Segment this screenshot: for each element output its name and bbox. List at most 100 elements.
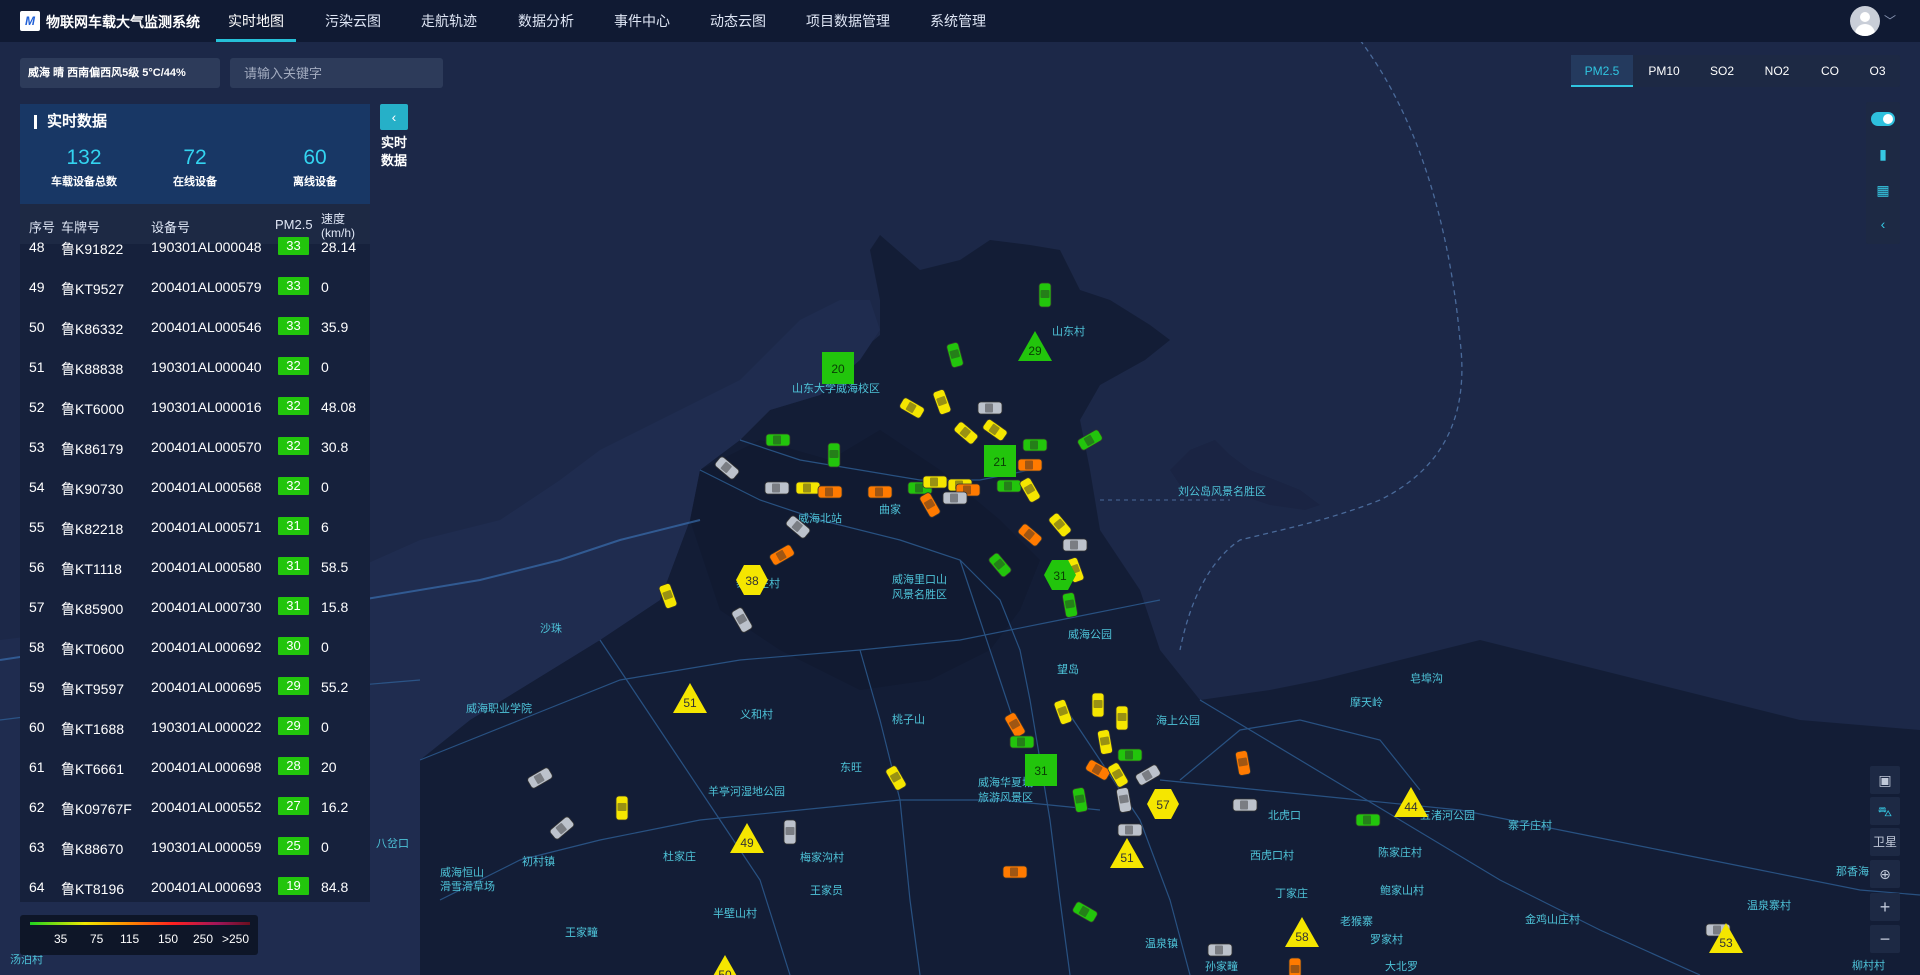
nav-item-project-data[interactable]: 项目数据管理 bbox=[806, 0, 890, 42]
nav-item-survey-track[interactable]: 走航轨迹 bbox=[421, 0, 477, 42]
tab-so2[interactable]: SO2 bbox=[1695, 55, 1749, 87]
tab-o3[interactable]: O3 bbox=[1855, 55, 1900, 87]
nav-item-realtime-map[interactable]: 实时地图 bbox=[216, 0, 296, 42]
row-pm25: 33 bbox=[278, 237, 309, 255]
vehicle-marker-icon[interactable] bbox=[615, 795, 629, 821]
table-row[interactable]: 61 鲁KT6661 200401AL000698 28 20 bbox=[20, 746, 370, 786]
vehicle-marker-icon[interactable] bbox=[996, 479, 1022, 493]
vehicle-marker-icon[interactable] bbox=[827, 442, 841, 468]
table-row[interactable]: 54 鲁K90730 200401AL000568 32 0 bbox=[20, 466, 370, 506]
vehicle-marker-icon[interactable] bbox=[1009, 735, 1035, 749]
vehicle-marker-icon[interactable] bbox=[867, 485, 893, 499]
table-row[interactable]: 57 鲁K85900 200401AL000730 31 15.8 bbox=[20, 586, 370, 626]
avatar-body bbox=[1855, 24, 1875, 36]
chevron-left-icon[interactable]: ‹ bbox=[1866, 216, 1900, 232]
vehicle-marker-icon[interactable] bbox=[942, 491, 968, 505]
user-avatar[interactable] bbox=[1850, 6, 1880, 36]
vehicle-marker-icon[interactable] bbox=[1115, 705, 1129, 731]
vehicle-marker-icon[interactable] bbox=[1288, 957, 1302, 975]
row-plate: 鲁KT0600 bbox=[61, 641, 125, 657]
vehicle-marker-icon[interactable] bbox=[764, 481, 790, 495]
vehicle-marker-icon[interactable] bbox=[817, 485, 843, 499]
row-device: 200401AL000570 bbox=[151, 439, 262, 455]
vehicle-marker-icon[interactable] bbox=[1062, 538, 1088, 552]
locate-icon[interactable]: ⊕ bbox=[1870, 860, 1900, 888]
table-row[interactable]: 63 鲁K88670 190301AL000059 25 0 bbox=[20, 826, 370, 866]
realtime-data-side-label[interactable]: 实时 数据 bbox=[380, 134, 408, 170]
vehicle-marker-icon[interactable] bbox=[1091, 692, 1105, 718]
vehicle-marker-icon[interactable] bbox=[922, 475, 948, 489]
vehicle-marker-icon[interactable] bbox=[1117, 748, 1143, 762]
table-row[interactable]: 53 鲁K86179 200401AL000570 32 30.8 bbox=[20, 426, 370, 466]
table-row[interactable]: 56 鲁KT1118 200401AL000580 31 58.5 bbox=[20, 546, 370, 586]
vehicle-marker-icon[interactable] bbox=[765, 433, 791, 447]
vehicle-marker-icon[interactable] bbox=[1002, 865, 1028, 879]
row-pm25: 33 bbox=[278, 277, 309, 295]
app-logo-icon: M bbox=[20, 11, 40, 31]
table-row[interactable]: 60 鲁KT1688 190301AL000022 29 0 bbox=[20, 706, 370, 746]
toggle-icon[interactable] bbox=[1871, 112, 1895, 126]
nav-item-data-analysis[interactable]: 数据分析 bbox=[518, 0, 574, 42]
vehicle-marker-icon[interactable] bbox=[1207, 943, 1233, 957]
pollutant-tabs: PM2.5 PM10 SO2 NO2 CO O3 bbox=[1571, 55, 1900, 87]
table-row[interactable]: 52 鲁KT6000 190301AL000016 32 48.08 bbox=[20, 386, 370, 426]
table-row[interactable]: 62 鲁K09767F 200401AL000552 27 16.2 bbox=[20, 786, 370, 826]
air-quality-marker[interactable]: 31 bbox=[1025, 754, 1057, 786]
nav-item-pollution-cloud[interactable]: 污染云图 bbox=[325, 0, 381, 42]
realtime-data-panel: 实时数据 132 车载设备总数 72 在线设备 60 离线设备 序号 车牌号 设… bbox=[20, 104, 370, 902]
table-row[interactable]: 59 鲁KT9597 200401AL000695 29 55.2 bbox=[20, 666, 370, 706]
table-row[interactable]: 55 鲁K82218 200401AL000571 31 6 bbox=[20, 506, 370, 546]
screen-icon[interactable]: ▣ bbox=[1870, 766, 1900, 794]
satellite-button[interactable]: 卫星 bbox=[1870, 828, 1900, 856]
row-pm25: 27 bbox=[278, 797, 309, 815]
search-input[interactable] bbox=[230, 58, 443, 88]
vehicle-marker-icon[interactable] bbox=[1232, 798, 1258, 812]
table-row[interactable]: 64 鲁KT8196 200401AL000693 19 84.8 bbox=[20, 866, 370, 902]
row-device: 190301AL000016 bbox=[151, 399, 262, 415]
map-place-label: 望岛 bbox=[1057, 662, 1079, 676]
row-device: 200401AL000730 bbox=[151, 599, 262, 615]
row-plate: 鲁KT1688 bbox=[61, 721, 125, 737]
nav-item-event-center[interactable]: 事件中心 bbox=[614, 0, 670, 42]
building-icon[interactable]: ▦ bbox=[1866, 182, 1900, 199]
vehicle-marker-icon[interactable] bbox=[1355, 813, 1381, 827]
zoom-in-icon[interactable]: + bbox=[1870, 893, 1900, 921]
chevron-down-icon[interactable]: ﹀ bbox=[1884, 12, 1896, 29]
vehicle-marker-icon[interactable] bbox=[1038, 282, 1052, 308]
tab-co[interactable]: CO bbox=[1805, 55, 1855, 87]
car-icon[interactable]: ⛍ bbox=[1870, 797, 1900, 825]
table-row[interactable]: 51 鲁K88838 190301AL000040 32 0 bbox=[20, 346, 370, 386]
row-device: 200401AL000695 bbox=[151, 679, 262, 695]
map-place-label: 寨子庄村 bbox=[1508, 818, 1552, 832]
stat-offline-devices: 60 离线设备 bbox=[260, 146, 370, 189]
row-speed: 0 bbox=[321, 719, 329, 735]
row-device: 200401AL000692 bbox=[151, 639, 262, 655]
bus-icon[interactable]: ▮ bbox=[1866, 146, 1900, 163]
map-place-label: 杜家庄 bbox=[663, 849, 696, 863]
table-row[interactable]: 49 鲁KT9527 200401AL000579 33 0 bbox=[20, 266, 370, 306]
stat-value: 132 bbox=[66, 146, 102, 169]
row-plate: 鲁K90730 bbox=[61, 481, 124, 497]
table-row[interactable]: 50 鲁K86332 200401AL000546 33 35.9 bbox=[20, 306, 370, 346]
tab-no2[interactable]: NO2 bbox=[1749, 55, 1805, 87]
row-plate: 鲁K09767F bbox=[61, 801, 132, 817]
nav-item-system-management[interactable]: 系统管理 bbox=[930, 0, 986, 42]
air-quality-marker[interactable]: 21 bbox=[984, 445, 1016, 477]
tab-pm25[interactable]: PM2.5 bbox=[1571, 55, 1633, 87]
panel-collapse-button[interactable]: ‹ bbox=[380, 104, 408, 130]
nav-item-dynamic-cloud[interactable]: 动态云图 bbox=[710, 0, 766, 42]
vehicle-marker-icon[interactable] bbox=[783, 819, 797, 845]
marker-value: 57 bbox=[1156, 798, 1170, 812]
vehicle-marker-icon[interactable] bbox=[795, 481, 821, 495]
table-row[interactable]: 58 鲁KT0600 200401AL000692 30 0 bbox=[20, 626, 370, 666]
map-place-label: 金鸡山庄村 bbox=[1525, 912, 1580, 926]
vehicle-marker-icon[interactable] bbox=[1117, 823, 1143, 837]
vehicle-marker-icon[interactable] bbox=[1022, 438, 1048, 452]
table-row[interactable]: 48 鲁K91822 190301AL000048 33 28.14 bbox=[20, 226, 370, 266]
vehicle-marker-icon[interactable] bbox=[977, 401, 1003, 415]
vehicle-marker-icon[interactable] bbox=[1017, 458, 1043, 472]
zoom-out-icon[interactable]: − bbox=[1870, 925, 1900, 953]
marker-value: 31 bbox=[1053, 569, 1067, 583]
tab-pm10[interactable]: PM10 bbox=[1633, 55, 1695, 87]
air-quality-marker[interactable]: 20 bbox=[822, 352, 854, 384]
